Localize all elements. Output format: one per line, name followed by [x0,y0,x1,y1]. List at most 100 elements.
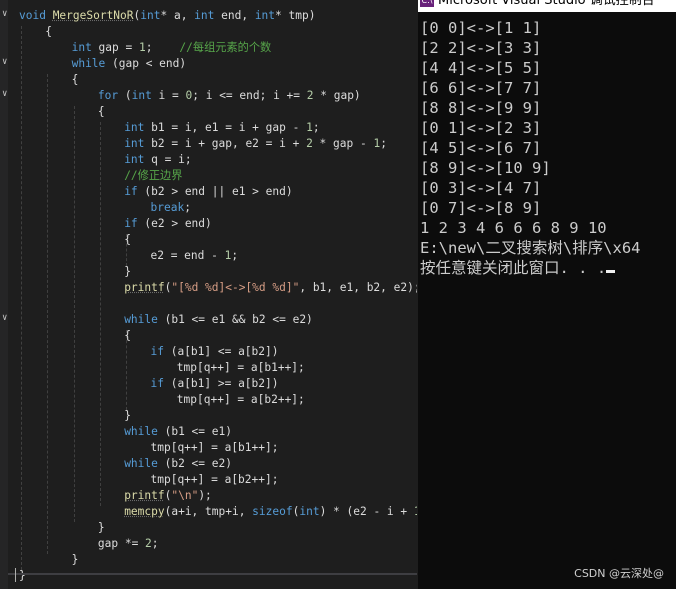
code-token: if [150,377,164,390]
console-cursor [606,270,616,273]
code-token: * a, [160,9,195,22]
code-line[interactable]: tmp[q++] = a[b2++]; [177,392,305,408]
code-token: * tmp) [275,9,316,22]
code-token: int [140,9,161,22]
fold-chevron-icon[interactable]: ∨ [2,313,7,323]
console-titlebar[interactable]: C:\ Microsoft Visual Studio 调试控制台 [418,0,676,12]
code-line[interactable]: if (a[b1] >= a[b2]) [151,376,279,392]
code-line[interactable]: int b1 = i, e1 = i + gap - 1; [124,120,319,136]
code-token: printf [124,489,165,502]
code-line[interactable]: if (b2 > end || e1 > end) [124,184,292,200]
code-line[interactable]: printf("\n"); [124,488,212,504]
code-token: * gap) [313,89,361,102]
code-line[interactable]: } [72,552,79,568]
code-token: break [150,201,185,214]
code-token: (e2 > end) [137,217,212,230]
code-token: int [299,505,320,518]
code-token: (a+i, tmp+i, [164,505,253,518]
code-token: MergeSortNoR [52,9,134,22]
code-line[interactable]: memcpy(a+i, tmp+i, sizeof(int) * (e2 - i… [124,504,417,520]
console-line: [6 6]<->[7 7] [420,79,542,97]
code-token: tmp[q++] = a[b2++]; [150,473,279,486]
code-token: 1 [306,121,313,134]
code-token: 1 [138,41,146,54]
code-line[interactable]: int q = i; [124,152,191,168]
code-token: for [97,89,119,102]
code-line[interactable]: { [124,328,131,344]
code-line[interactable]: e2 = end - 1; [151,248,239,264]
debug-console-window[interactable]: C:\ Microsoft Visual Studio 调试控制台 [0 0]<-… [418,0,676,589]
code-line[interactable]: gap *= 2; [98,536,159,552]
horizontal-scrollbar[interactable] [0,571,417,577]
code-editor[interactable]: ∨ ∨ ∨ ∨ void MergeSortNoR(int* a, int end, … [0,0,417,589]
code-line[interactable]: if (a[b1] <= a[b2]) [151,344,279,360]
fold-chevron-icon[interactable]: ∨ [2,89,7,99]
code-line[interactable]: { [98,104,105,120]
indent-guide [73,106,75,522]
code-line[interactable]: while (b1 <= e1) [124,424,232,440]
code-line[interactable]: printf("[%d %d]<->[%d %d]", b1, e1, b2, … [124,280,417,296]
code-line[interactable]: if (e2 > end) [124,216,212,232]
code-token: { [71,73,79,86]
code-line[interactable]: { [45,24,52,40]
scrollbar-track[interactable] [8,573,417,575]
code-line[interactable]: { [72,72,79,88]
code-line[interactable]: break; [151,200,191,216]
code-token: memcpy [124,505,165,518]
code-token: } [71,553,79,566]
code-token: tmp[q++] = a[b1++]; [176,361,305,374]
console-line: [2 2]<->[3 3] [420,39,542,57]
code-line[interactable]: while (b1 <= e1 && b2 <= e2) [124,312,313,328]
code-token: printf [124,281,165,294]
console-line: E:\new\二叉搜索树\排序\x64 [420,239,641,257]
console-line: 1 2 3 4 6 6 6 8 9 10 [420,219,607,237]
console-line: [0 1]<->[2 3] [420,119,542,137]
code-token: { [124,329,131,342]
code-line[interactable]: int gap = 1; //每组元素的个数 [72,40,272,56]
code-line[interactable]: while (b2 <= e2) [124,456,232,472]
code-token: ) * (e2 - i + [319,505,414,518]
code-token: (a[b1] <= a[b2]) [163,345,279,358]
code-line[interactable]: tmp[q++] = a[b2++]; [151,472,279,488]
code-line[interactable]: { [124,232,131,248]
code-token: ( [118,89,132,102]
indent-guide [47,74,49,554]
code-token: while [124,313,158,326]
code-token: end, [214,9,255,22]
code-token: ; [312,121,320,134]
code-line[interactable]: tmp[q++] = a[b1++]; [151,440,279,456]
fold-chevron-icon[interactable]: ∨ [2,57,7,67]
code-token: i = [151,89,186,102]
code-token: 1 [414,505,417,518]
console-line: [4 4]<->[5 5] [420,59,542,77]
code-line[interactable]: } [98,520,105,536]
code-line[interactable]: } [124,264,131,280]
code-token: ; i <= end; i += [192,89,307,102]
code-line[interactable]: void MergeSortNoR(int* a, int end, int* … [19,8,315,24]
code-line[interactable]: while (gap < end) [72,56,187,72]
code-token: ; [184,201,191,214]
code-token: ; [145,41,180,54]
code-line[interactable]: for (int i = 0; i <= end; i += 2 * gap) [98,88,361,104]
code-token: (b1 <= e1 && b2 <= e2) [157,313,313,326]
code-token: { [97,105,105,118]
code-token: 2 [306,89,314,102]
code-line[interactable]: int b2 = i + gap, e2 = i + 2 * gap - 1; [124,136,387,152]
code-line[interactable]: } [124,408,131,424]
code-line[interactable]: tmp[q++] = a[b1++]; [177,360,305,376]
text-caret [15,568,16,582]
code-token: q = i; [144,153,192,166]
console-line: [4 5]<->[6 7] [420,139,542,157]
code-token: //修正边界 [124,169,183,182]
console-line: [8 8]<->[9 9] [420,99,542,117]
code-token: } [124,265,131,278]
console-line: [0 0]<->[1 1] [420,19,542,37]
code-token: while [71,57,106,70]
code-token: ; [380,137,387,150]
console-title: Microsoft Visual Studio 调试控制台 [438,0,655,8]
code-line[interactable]: //修正边界 [124,168,182,184]
code-token: b2 = i + gap, e2 = i + [144,137,307,150]
fold-chevron-icon[interactable]: ∨ [2,9,7,19]
code-token: int [254,9,276,22]
code-token: int [71,41,92,54]
